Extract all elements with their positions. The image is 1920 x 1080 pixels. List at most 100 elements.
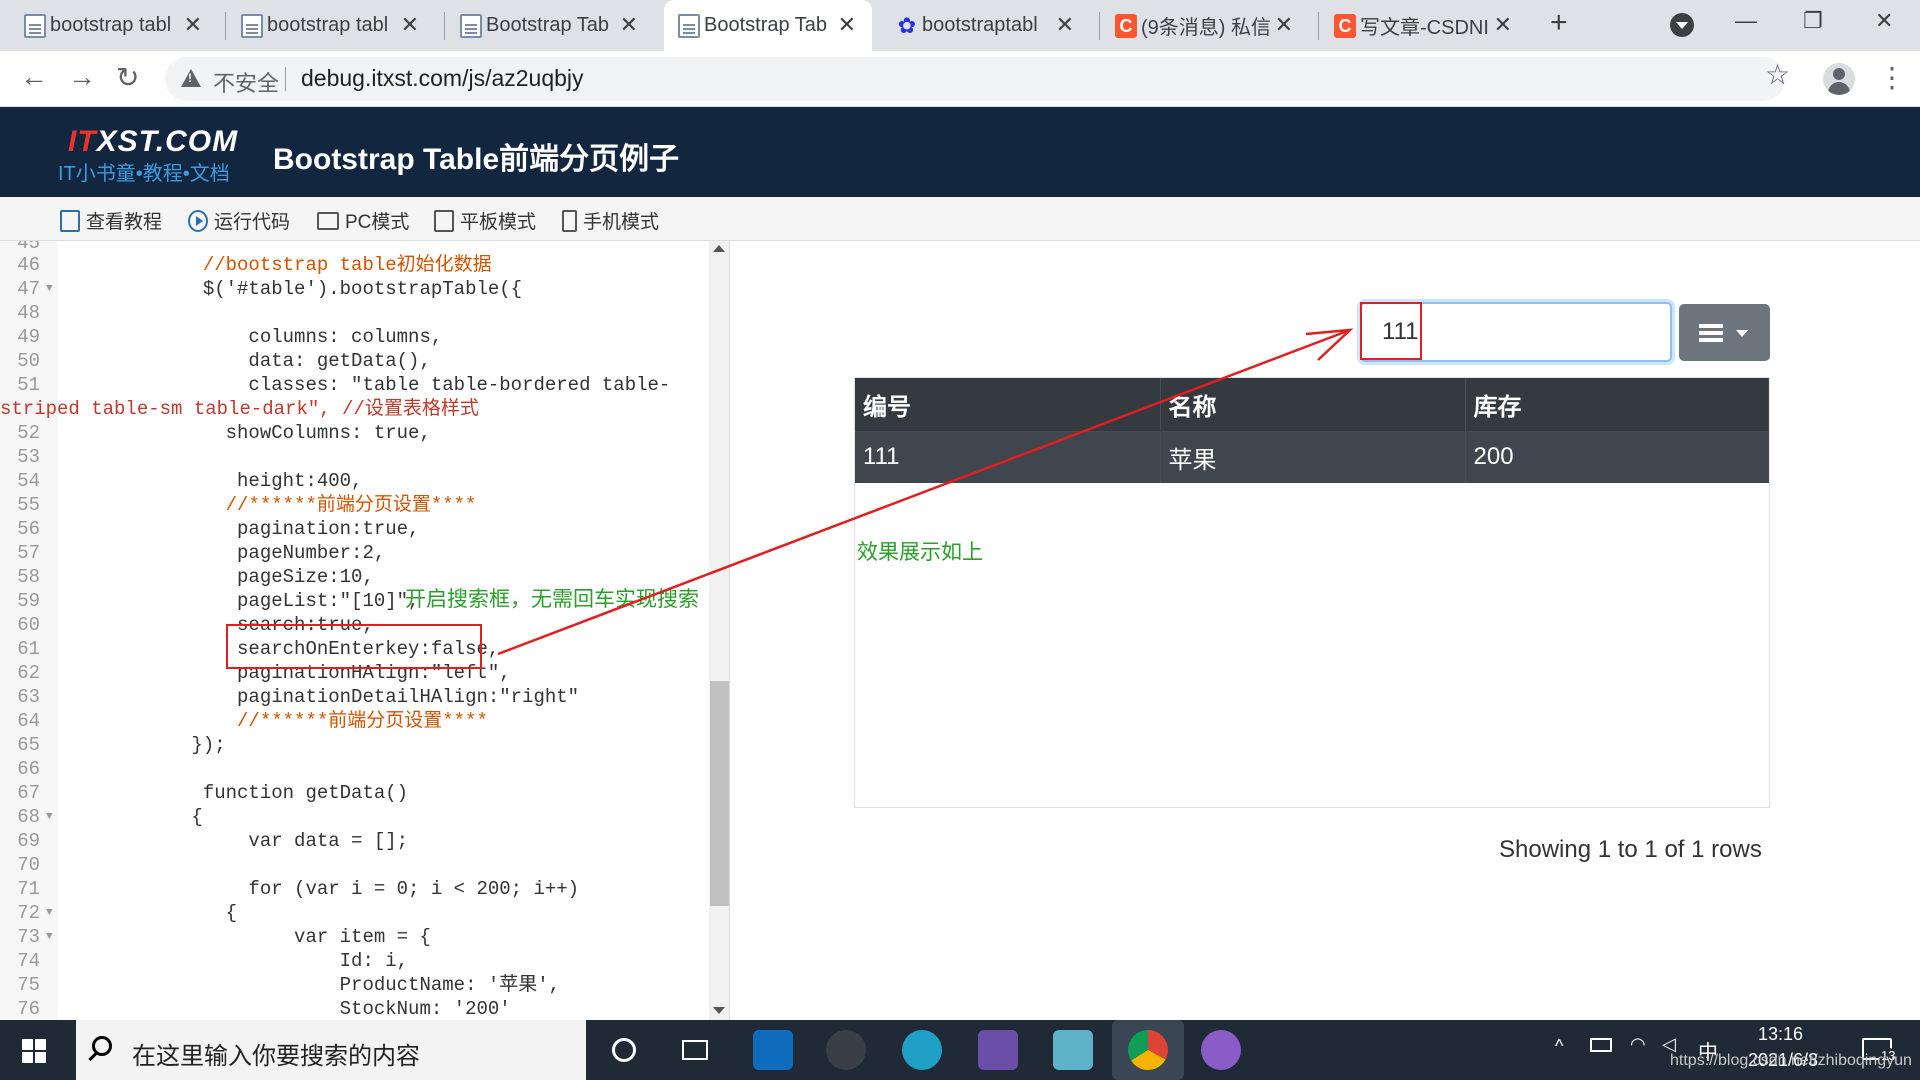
site-logo[interactable]: ITXST.COM [68,125,238,159]
cortana-icon[interactable] [612,1038,636,1062]
window-close-icon[interactable]: ✕ [1875,8,1893,34]
browser-tab[interactable]: bootstrap tabl ✕ [227,0,435,51]
close-icon[interactable]: ✕ [1275,12,1293,38]
code-text: { [66,902,238,924]
line-number: 47 [17,278,40,300]
browser-tab[interactable]: Bootstrap Tab ✕ [664,0,872,51]
close-icon[interactable]: ✕ [838,12,856,38]
outlook-icon[interactable] [753,1030,793,1070]
menu-label: 平板模式 [460,212,537,233]
chrome-menu-icon[interactable]: ⋮ [1878,61,1906,94]
menu-pc-mode[interactable]: PC模式 [317,207,409,234]
scroll-thumb[interactable] [710,681,729,906]
security-label[interactable]: 不安全 [213,66,279,98]
bookmark-star-icon[interactable]: ☆ [1765,58,1790,91]
close-icon[interactable]: ✕ [1056,12,1074,38]
scroll-down-icon[interactable] [713,1007,725,1014]
new-tab-icon[interactable]: + [1550,6,1568,40]
code-text: StockNum: '200' [66,998,511,1020]
columns-toggle-button[interactable] [1679,304,1770,361]
line-number: 52 [17,422,40,444]
paint-app-icon[interactable] [1201,1030,1241,1070]
fold-arrow-icon[interactable]: ▼ [46,901,53,925]
terminal-app-icon[interactable] [978,1030,1018,1070]
column-header-stock[interactable]: 库存 [1465,378,1769,431]
menu-run-code[interactable]: 运行代码 [188,207,290,234]
code-text: classes: "table table-bordered table- [66,374,671,396]
menu-label: 运行代码 [214,212,291,233]
minimize-icon[interactable]: — [1735,8,1757,34]
fold-arrow-icon[interactable]: ▼ [46,805,53,829]
editor-scrollbar[interactable] [709,241,729,1020]
fold-arrow-icon[interactable]: ▼ [46,277,53,301]
windows-start-icon[interactable] [22,1039,46,1063]
tab-search-icon[interactable] [1670,13,1694,37]
line-number: 49 [17,326,40,348]
browser-tab[interactable]: C 写文章-CSDNI ✕ [1320,0,1528,51]
close-icon[interactable]: ✕ [1494,12,1512,38]
taskbar-search-box[interactable]: 在这里输入你要搜索的内容 [76,1020,586,1080]
address-bar[interactable]: 不安全 debug.itxst.com/js/az2uqbjy [165,57,1785,101]
data-table: 编号 名称 库存 111 苹果 200 [855,378,1769,483]
tray-chevron-icon[interactable]: ^ [1555,1036,1563,1057]
close-icon[interactable]: ✕ [620,12,638,38]
menu-label: 手机模式 [583,212,660,233]
demo-menu-bar: 查看教程 运行代码 PC模式 平板模式 手机模式 [0,197,1920,241]
code-text: data: getData(), [66,350,431,372]
close-icon[interactable]: ✕ [401,12,419,38]
document-favicon-icon [24,14,46,38]
line-number: 70 [17,854,40,876]
table-row[interactable]: 111 苹果 200 [855,430,1769,483]
forward-arrow-icon[interactable]: → [68,61,96,93]
line-number: 67 [17,782,40,804]
fold-arrow-icon[interactable]: ▼ [46,925,53,949]
document-favicon-icon [241,14,263,38]
list-icon [1699,324,1723,342]
reload-icon[interactable]: ↻ [116,61,139,94]
logo-subtitle: IT小书童•教程•文档 [58,163,230,185]
code-text: //******前端分页设置**** [66,710,488,732]
menu-view-tutorial[interactable]: 查看教程 [60,207,162,234]
line-number: 72 [17,902,40,924]
line-number: 76 [17,998,40,1020]
battery-icon[interactable] [1590,1038,1612,1052]
photos-icon[interactable] [826,1030,866,1070]
back-arrow-icon[interactable]: ← [20,61,48,93]
csdn-favicon-icon: C [1115,14,1137,38]
close-icon[interactable]: ✕ [184,12,202,38]
task-view-icon[interactable] [682,1040,708,1060]
pagination-info: Showing 1 to 1 of 1 rows [1499,836,1762,863]
menu-mobile-mode[interactable]: 手机模式 [562,207,659,234]
column-header-id[interactable]: 编号 [855,378,1161,431]
line-number: 53 [17,446,40,468]
code-text: pageSize:10, [66,566,374,588]
browser-tab[interactable]: ✿ bootstraptabl ✕ [882,0,1090,51]
table-search-input[interactable] [1360,302,1672,362]
wifi-icon[interactable]: ◠ [1630,1034,1646,1055]
restore-icon[interactable]: ❐ [1803,8,1823,34]
column-header-name[interactable]: 名称 [1160,378,1466,431]
clock-time[interactable]: 13:16 [1758,1024,1803,1045]
chrome-taskbar-button[interactable] [1112,1020,1184,1080]
tab-title: bootstraptabl [922,14,1038,36]
browser-tab[interactable]: bootstrap tabl ✕ [10,0,218,51]
code-text: paginationDetailHAlign:"right" [66,686,580,708]
scroll-up-icon[interactable] [713,245,725,252]
tab-title: 写文章-CSDNI [1360,17,1489,39]
edge-icon[interactable] [902,1030,942,1070]
profile-avatar[interactable] [1823,63,1855,95]
url-text[interactable]: debug.itxst.com/js/az2uqbjy [301,65,584,92]
highlight-box-search-config [226,624,482,669]
effect-note: 效果展示如上 [857,541,983,564]
warning-icon[interactable] [181,69,201,87]
line-number: 56 [17,518,40,540]
line-number: 60 [17,614,40,636]
line-number: 65 [17,734,40,756]
menu-label: PC模式 [345,212,410,233]
browser-tab[interactable]: C (9条消息) 私信 ✕ [1101,0,1309,51]
notepad-app-icon[interactable] [1053,1030,1093,1070]
browser-tab[interactable]: Bootstrap Tab ✕ [446,0,654,51]
line-number: 59 [17,590,40,612]
table-container: 编号 名称 库存 111 苹果 200 [854,377,1770,808]
menu-tablet-mode[interactable]: 平板模式 [434,207,536,234]
